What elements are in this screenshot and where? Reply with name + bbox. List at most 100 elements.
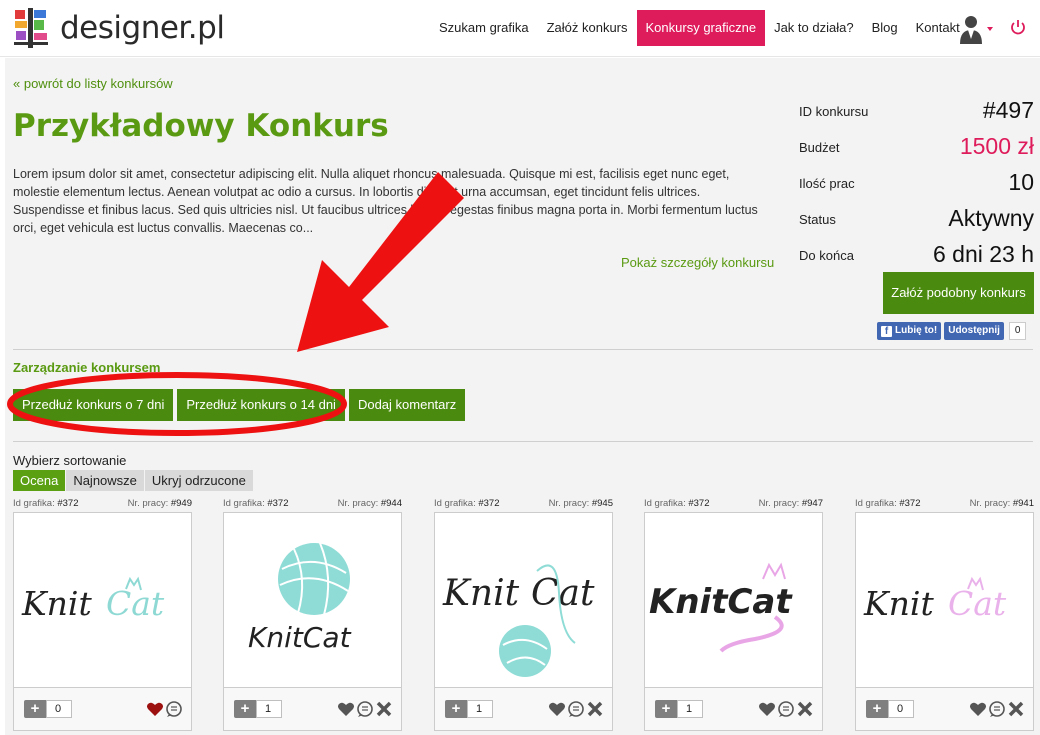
nav-zaloz-konkurs[interactable]: Załóż konkurs: [538, 10, 637, 46]
nav-blog[interactable]: Blog: [863, 10, 907, 46]
designer-id: Id grafika: #372: [644, 498, 710, 509]
reject-x-icon[interactable]: [1007, 700, 1025, 718]
stat-status: Status Aktywny: [799, 202, 1034, 238]
add-comment-button[interactable]: Dodaj komentarz: [348, 389, 466, 421]
back-to-contests-link[interactable]: « powrót do listy konkursów: [13, 76, 173, 91]
sort-tab-hide-rejected[interactable]: Ukryj odrzucone: [144, 470, 254, 491]
vote-count: 1: [467, 700, 493, 718]
card-footer: +1: [223, 688, 402, 731]
vote-control: +0: [866, 700, 914, 718]
comment-icon[interactable]: [777, 700, 795, 718]
stat-label: Ilość prac: [799, 176, 855, 191]
site-logo[interactable]: designer.pl: [12, 6, 225, 50]
svg-text:Cat: Cat: [531, 573, 595, 614]
vote-control: +0: [24, 700, 72, 718]
favorite-heart-icon[interactable]: [337, 700, 355, 718]
card-meta: Id grafika: #372 Nr. pracy: #944: [223, 498, 402, 511]
svg-text:Knit: Knit: [442, 573, 520, 614]
knitcat-logo-image: KnitCat: [863, 576, 1007, 623]
designer-id: Id grafika: #372: [13, 498, 79, 509]
sort-label: Wybierz sortowanie: [13, 453, 127, 468]
vote-control: +1: [445, 700, 493, 718]
vote-plus-button[interactable]: +: [655, 700, 677, 718]
card-footer: +1: [644, 688, 823, 731]
favorite-heart-icon[interactable]: [146, 700, 164, 718]
extend-14-days-button[interactable]: Przedłuż konkurs o 14 dni: [177, 389, 345, 421]
vote-count: 0: [888, 700, 914, 718]
stat-label: Do końca: [799, 248, 854, 263]
nav-konkursy-graficzne[interactable]: Konkursy graficzne: [636, 10, 766, 46]
reject-x-icon[interactable]: [796, 700, 814, 718]
sort-tab-rating[interactable]: Ocena: [13, 470, 67, 491]
facebook-share-button[interactable]: Udostępnij: [944, 322, 1004, 340]
knitcat-logo-image: KnitCat: [21, 576, 165, 623]
comment-icon[interactable]: [165, 700, 183, 718]
top-navigation-bar: designer.pl Szukam grafika Załóż konkurs…: [0, 0, 1040, 57]
vote-plus-button[interactable]: +: [234, 700, 256, 718]
svg-text:KnitCat: KnitCat: [649, 582, 793, 622]
stat-works-count: Ilość prac 10: [799, 166, 1034, 202]
reject-x-icon[interactable]: [586, 700, 604, 718]
show-details-link[interactable]: Pokaż szczegóły konkursu: [621, 255, 774, 270]
stat-label: Budżet: [799, 140, 840, 155]
submission-image[interactable]: KnitCat: [855, 512, 1034, 688]
stat-label: Status: [799, 212, 836, 227]
user-account-icon[interactable]: [957, 13, 995, 45]
stat-value: 10: [1008, 169, 1034, 195]
card-actions: [337, 700, 393, 718]
vote-plus-button[interactable]: +: [866, 700, 888, 718]
contest-page: « powrót do listy konkursów Przykładowy …: [5, 58, 1040, 735]
svg-text:Knit: Knit: [863, 584, 934, 623]
extend-7-days-button[interactable]: Przedłuż konkurs o 7 dni: [13, 389, 174, 421]
share-count: 0: [1008, 322, 1027, 340]
nav-szukam-grafika[interactable]: Szukam grafika: [430, 10, 538, 46]
work-number: Nr. pracy: #941: [969, 498, 1034, 509]
submission-card: Id grafika: #372 Nr. pracy: #945 Knit Cat +1: [434, 498, 613, 731]
submission-card: Id grafika: #372 Nr. pracy: #947 KnitCat +1: [644, 498, 823, 731]
stat-budget: Budżet 1500 zł: [799, 130, 1034, 166]
submissions-grid: Id grafika: #372 Nr. pracy: #949 Knit Cat +0…: [13, 498, 1038, 735]
favorite-heart-icon[interactable]: [758, 700, 776, 718]
comment-icon[interactable]: [356, 700, 374, 718]
stat-time-left: Do końca 6 dni 23 h: [799, 238, 1034, 274]
vote-count: 0: [46, 700, 72, 718]
logo-text: designer.pl: [60, 10, 225, 46]
svg-text:Knit: Knit: [21, 584, 92, 623]
comment-icon[interactable]: [567, 700, 585, 718]
card-footer: +1: [434, 688, 613, 731]
nav-jak-to-dziala[interactable]: Jak to działa?: [765, 10, 863, 46]
favorite-heart-icon[interactable]: [969, 700, 987, 718]
facebook-like-button[interactable]: f Lubię to!: [877, 322, 942, 340]
like-label: Lubię to!: [895, 325, 938, 336]
submission-card: Id grafika: #372 Nr. pracy: #941 Knit Cat +0: [855, 498, 1034, 731]
contest-title: Przykładowy Konkurs: [13, 108, 389, 144]
reject-x-icon[interactable]: [375, 700, 393, 718]
work-number: Nr. pracy: #949: [127, 498, 192, 509]
logout-power-icon[interactable]: [1009, 18, 1027, 36]
divider: [13, 441, 1033, 442]
work-number: Nr. pracy: #945: [548, 498, 613, 509]
divider: [13, 349, 1033, 350]
knitcat-logo-image: KnitCat: [248, 542, 352, 654]
submission-image[interactable]: KnitCat: [223, 512, 402, 688]
card-meta: Id grafika: #372 Nr. pracy: #945: [434, 498, 613, 511]
submission-image[interactable]: Knit Cat: [434, 512, 613, 688]
stat-value: Aktywny: [948, 205, 1034, 231]
card-actions: [758, 700, 814, 718]
create-similar-contest-button[interactable]: Załóż podobny konkurs: [883, 272, 1034, 314]
favorite-heart-icon[interactable]: [548, 700, 566, 718]
submission-image[interactable]: KnitCat: [644, 512, 823, 688]
designer-id: Id grafika: #372: [434, 498, 500, 509]
designer-id: Id grafika: #372: [223, 498, 289, 509]
submission-image[interactable]: KnitCat: [13, 512, 192, 688]
vote-count: 1: [256, 700, 282, 718]
comment-icon[interactable]: [988, 700, 1006, 718]
card-footer: +0: [13, 688, 192, 731]
vote-control: +1: [655, 700, 703, 718]
vote-plus-button[interactable]: +: [24, 700, 46, 718]
contest-description: Lorem ipsum dolor sit amet, consectetur …: [13, 167, 758, 235]
vote-plus-button[interactable]: +: [445, 700, 467, 718]
sort-tab-newest[interactable]: Najnowsze: [66, 470, 145, 491]
stat-contest-id: ID konkursu #497: [799, 94, 1034, 130]
card-footer: +0: [855, 688, 1034, 731]
